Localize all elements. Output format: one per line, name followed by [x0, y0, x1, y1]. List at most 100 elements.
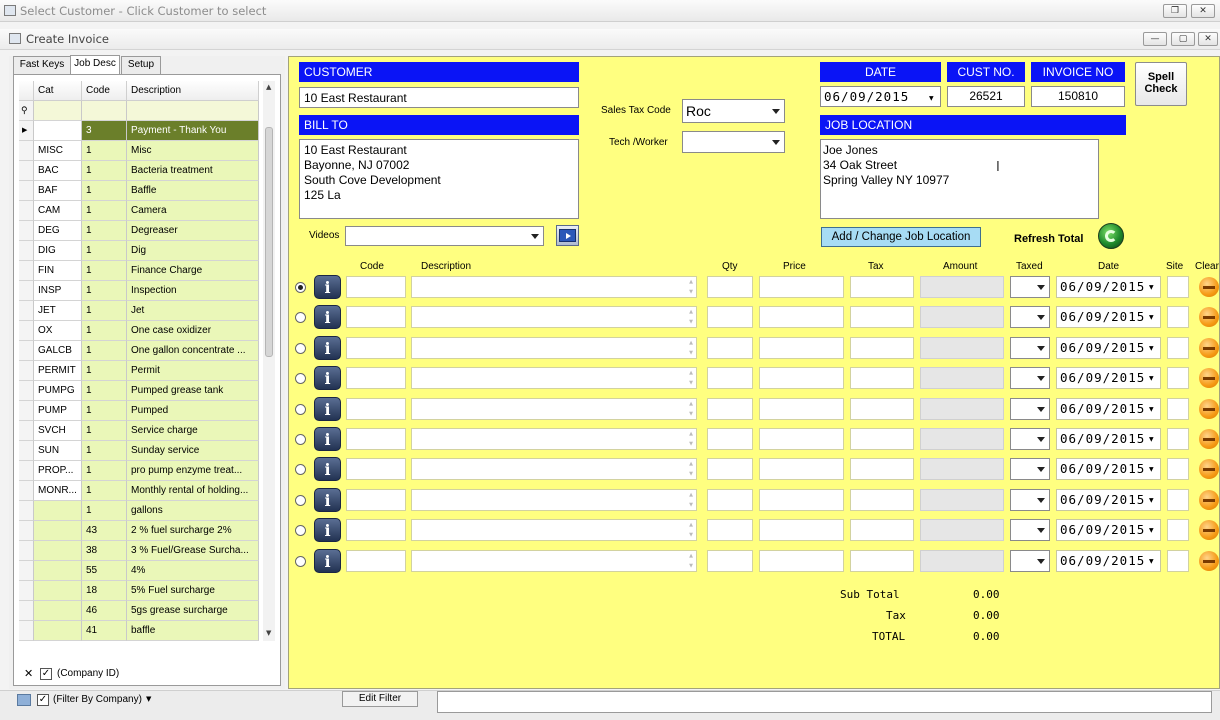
- line-tax-input[interactable]: [850, 549, 914, 572]
- line-date-dropdown-icon[interactable]: ▼: [1149, 436, 1154, 443]
- tech-worker-select[interactable]: [682, 131, 785, 153]
- table-row[interactable]: PUMP 1 Pumped: [19, 401, 259, 421]
- row-indicator[interactable]: [19, 161, 34, 181]
- line-date-dropdown-icon[interactable]: ▼: [1149, 314, 1154, 321]
- line-description-input[interactable]: ▲ ▼: [411, 336, 697, 359]
- line-select-radio[interactable]: [295, 494, 306, 506]
- line-code-input[interactable]: [346, 549, 406, 572]
- line-taxed-select[interactable]: [1010, 428, 1050, 450]
- line-qty-input[interactable]: [707, 367, 753, 390]
- row-indicator[interactable]: [19, 521, 34, 541]
- line-site-input[interactable]: [1167, 276, 1189, 298]
- line-select-radio[interactable]: [295, 373, 306, 385]
- line-description-input[interactable]: ▲ ▼: [411, 397, 697, 420]
- clear-line-icon[interactable]: [1199, 277, 1219, 297]
- line-qty-input[interactable]: [707, 306, 753, 329]
- line-code-input[interactable]: [346, 336, 406, 359]
- col-header-description[interactable]: Description: [127, 81, 259, 101]
- line-date-picker[interactable]: 06/09/2015: [1056, 549, 1161, 572]
- minimize-icon[interactable]: —: [1143, 32, 1167, 46]
- line-date-picker[interactable]: 06/09/2015: [1056, 367, 1161, 390]
- line-tax-input[interactable]: [850, 336, 914, 359]
- line-date-dropdown-icon[interactable]: ▼: [1149, 527, 1154, 534]
- line-code-input[interactable]: [346, 488, 406, 511]
- line-description-input[interactable]: ▲ ▼: [411, 367, 697, 390]
- line-date-dropdown-icon[interactable]: ▼: [1149, 558, 1154, 565]
- table-row[interactable]: PROP... 1 pro pump enzyme treat...: [19, 461, 259, 481]
- line-date-picker[interactable]: 06/09/2015: [1056, 458, 1161, 481]
- info-icon[interactable]: i: [314, 396, 341, 421]
- description-spin-icon[interactable]: ▲ ▼: [689, 520, 693, 540]
- row-indicator[interactable]: [19, 601, 34, 621]
- line-site-input[interactable]: [1167, 336, 1189, 359]
- table-row[interactable]: BAF 1 Baffle: [19, 181, 259, 201]
- clear-line-icon[interactable]: [1199, 429, 1219, 449]
- line-description-input[interactable]: ▲ ▼: [411, 458, 697, 481]
- line-price-input[interactable]: [759, 367, 844, 390]
- line-code-input[interactable]: [346, 367, 406, 390]
- line-site-input[interactable]: [1167, 367, 1189, 390]
- row-indicator[interactable]: [19, 321, 34, 341]
- filter-row[interactable]: ⚲: [19, 101, 259, 121]
- description-spin-icon[interactable]: ▲ ▼: [689, 490, 693, 510]
- filter-cell[interactable]: [82, 101, 127, 121]
- line-price-input[interactable]: [759, 549, 844, 572]
- clear-line-icon[interactable]: [1199, 489, 1219, 510]
- line-site-input[interactable]: [1167, 397, 1189, 420]
- sales-tax-dropdown-icon[interactable]: [772, 109, 780, 114]
- line-description-input[interactable]: ▲ ▼: [411, 549, 697, 572]
- description-spin-icon[interactable]: ▲ ▼: [689, 429, 693, 449]
- description-spin-icon[interactable]: ▲ ▼: [689, 338, 693, 358]
- row-indicator[interactable]: [19, 561, 34, 581]
- line-taxed-select[interactable]: [1010, 276, 1050, 298]
- line-qty-input[interactable]: [707, 519, 753, 542]
- line-price-input[interactable]: [759, 306, 844, 329]
- line-description-input[interactable]: ▲ ▼: [411, 428, 697, 450]
- play-video-button[interactable]: [556, 225, 579, 246]
- table-row[interactable]: DIG 1 Dig: [19, 241, 259, 261]
- clear-line-icon[interactable]: [1199, 520, 1219, 541]
- scroll-thumb[interactable]: [265, 127, 273, 357]
- row-indicator[interactable]: [19, 341, 34, 361]
- line-qty-input[interactable]: [707, 549, 753, 572]
- line-code-input[interactable]: [346, 276, 406, 298]
- edit-filter-button[interactable]: Edit Filter: [342, 691, 418, 707]
- row-indicator[interactable]: [19, 181, 34, 201]
- refresh-total-icon[interactable]: [1098, 223, 1124, 249]
- line-taxed-select[interactable]: [1010, 397, 1050, 420]
- description-spin-icon[interactable]: ▲ ▼: [689, 459, 693, 479]
- line-code-input[interactable]: [346, 519, 406, 542]
- row-indicator[interactable]: [19, 301, 34, 321]
- table-row[interactable]: 18 5% Fuel surcharge: [19, 581, 259, 601]
- clear-line-icon[interactable]: [1199, 307, 1219, 328]
- filter-icon[interactable]: [17, 694, 31, 706]
- line-code-input[interactable]: [346, 428, 406, 450]
- line-date-dropdown-icon[interactable]: ▼: [1149, 284, 1154, 291]
- table-row[interactable]: BAC 1 Bacteria treatment: [19, 161, 259, 181]
- line-date-picker[interactable]: 06/09/2015: [1056, 276, 1161, 298]
- restore-icon[interactable]: ❐: [1163, 4, 1187, 18]
- table-row[interactable]: SVCH 1 Service charge: [19, 421, 259, 441]
- line-description-input[interactable]: ▲ ▼: [411, 519, 697, 542]
- line-price-input[interactable]: [759, 276, 844, 298]
- row-indicator[interactable]: [19, 421, 34, 441]
- line-qty-input[interactable]: [707, 428, 753, 450]
- row-indicator[interactable]: [19, 441, 34, 461]
- info-icon[interactable]: i: [314, 548, 341, 573]
- line-date-dropdown-icon[interactable]: ▼: [1149, 375, 1154, 382]
- table-row[interactable]: 46 5gs grease surcharge: [19, 601, 259, 621]
- line-price-input[interactable]: [759, 519, 844, 542]
- info-icon[interactable]: i: [314, 275, 341, 299]
- info-icon[interactable]: i: [314, 427, 341, 451]
- filter-cell[interactable]: [34, 101, 82, 121]
- clear-line-icon[interactable]: [1199, 550, 1219, 571]
- line-select-radio[interactable]: [295, 403, 306, 415]
- line-select-radio[interactable]: [295, 555, 306, 567]
- line-date-picker[interactable]: 06/09/2015: [1056, 428, 1161, 450]
- customer-name-field[interactable]: 10 East Restaurant: [299, 87, 579, 108]
- line-site-input[interactable]: [1167, 306, 1189, 329]
- line-taxed-select[interactable]: [1010, 549, 1050, 572]
- row-indicator[interactable]: [19, 381, 34, 401]
- table-row[interactable]: 41 baffle: [19, 621, 259, 641]
- line-description-input[interactable]: ▲ ▼: [411, 488, 697, 511]
